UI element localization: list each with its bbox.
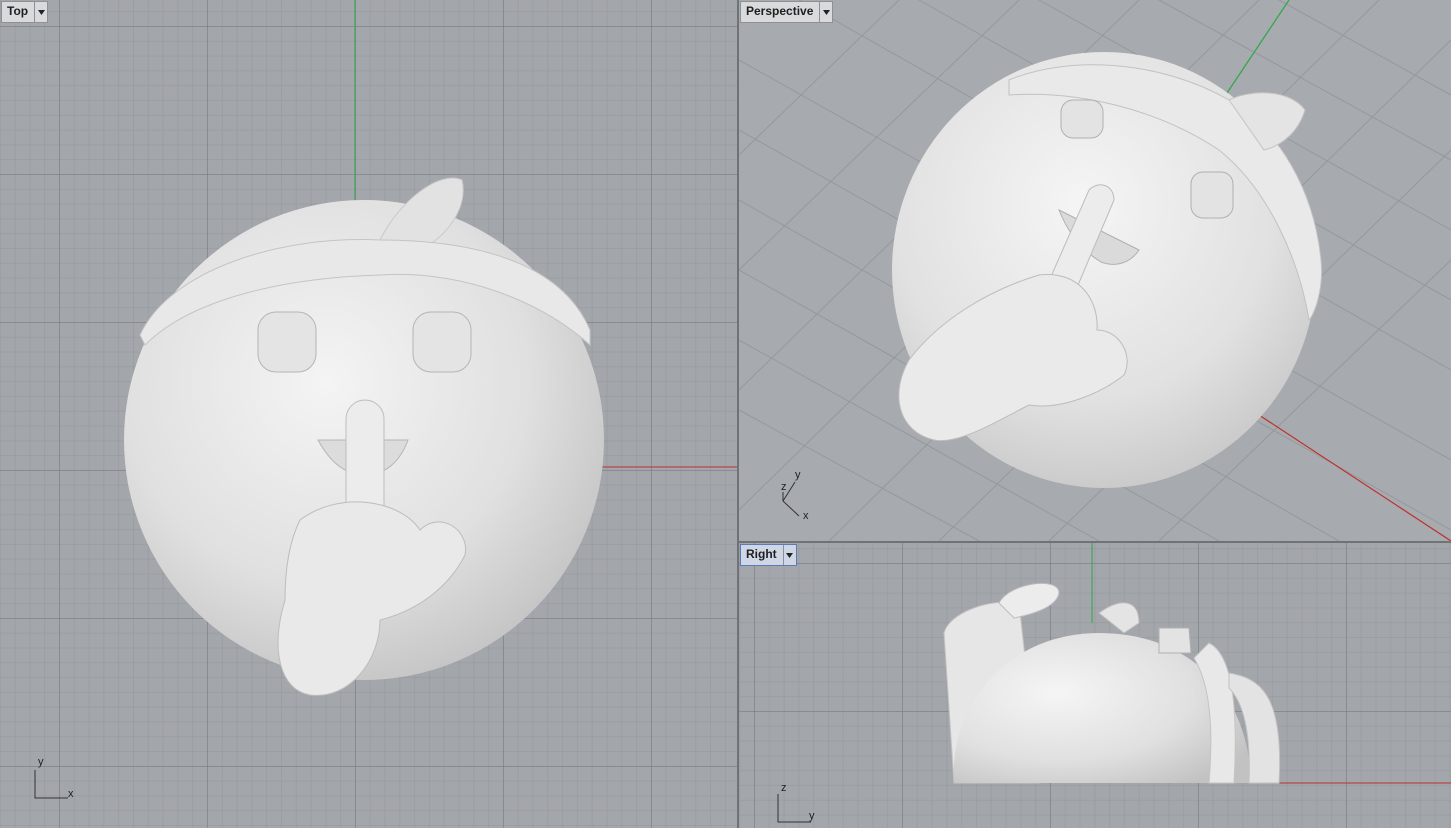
triangle-down-icon[interactable] (819, 2, 832, 22)
axis-indicator-perspective: y z x (773, 468, 823, 528)
viewport-title-perspective[interactable]: Perspective (740, 1, 834, 23)
left-eye (257, 311, 317, 373)
viewport-right[interactable]: Right z y (739, 543, 1451, 828)
axis-label-x: x (68, 788, 74, 800)
axis-label-y: y (809, 810, 815, 822)
model-top-view[interactable] (0, 0, 737, 828)
model-perspective-view[interactable] (739, 0, 1451, 541)
viewport-perspective[interactable]: Perspective y z x (739, 0, 1451, 541)
triangle-down-icon[interactable] (34, 2, 47, 22)
axis-label-x: x (803, 510, 809, 522)
viewport-top[interactable]: Top y x (0, 0, 737, 828)
viewport-name[interactable]: Top (2, 2, 34, 22)
axis-indicator-top: y x (30, 757, 80, 801)
viewport-title-right[interactable]: Right (740, 544, 797, 566)
right-eye (1190, 171, 1234, 219)
right-eye (412, 311, 472, 373)
viewport-title-top[interactable]: Top (1, 1, 49, 23)
rhino-workspace: Top y x Perspective y z x Right z y (0, 0, 1451, 828)
model-right-view[interactable] (739, 543, 1451, 828)
triangle-down-icon[interactable] (782, 545, 796, 565)
left-eye (1060, 99, 1104, 139)
axis-label-y: y (795, 469, 801, 481)
axis-label-z: z (781, 782, 787, 794)
viewport-name[interactable]: Right (741, 545, 783, 565)
axis-indicator-right: z y (773, 781, 823, 825)
viewport-name[interactable]: Perspective (741, 2, 819, 22)
axis-label-z: z (781, 481, 787, 493)
axis-label-y: y (38, 756, 44, 768)
eye (1158, 627, 1192, 654)
